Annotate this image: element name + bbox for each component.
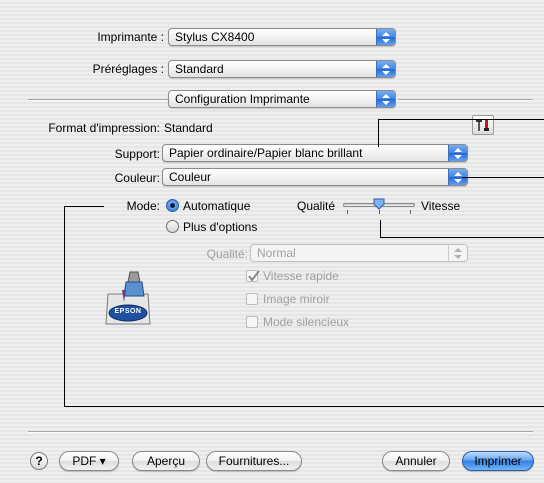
- printer-value: Stylus CX8400: [175, 30, 255, 44]
- callout-line: [64, 206, 65, 407]
- slider-tick: [347, 210, 348, 214]
- pdf-button[interactable]: PDF ▾: [59, 451, 119, 471]
- color-value: Couleur: [169, 170, 212, 184]
- mode-more-options-radio[interactable]: [166, 220, 179, 233]
- cancel-button[interactable]: Annuler: [382, 451, 450, 471]
- callout-line: [64, 206, 104, 207]
- supplies-button[interactable]: Fournitures...: [206, 451, 302, 471]
- mode-more-options-label[interactable]: Plus d'options: [183, 220, 257, 234]
- support-popup[interactable]: Papier ordinaire/Papier blanc brillant: [162, 144, 468, 162]
- support-value: Papier ordinaire/Papier blanc brillant: [169, 146, 363, 160]
- mode-automatic-radio[interactable]: [166, 199, 179, 212]
- color-label: Couleur:: [114, 171, 160, 185]
- separator-left: [28, 99, 168, 101]
- slider-tick: [379, 210, 380, 214]
- paper-size-label: Format d'impression:: [48, 121, 160, 135]
- preview-button[interactable]: Aperçu: [132, 451, 200, 471]
- callout-line: [64, 406, 544, 407]
- paper-size-value: Standard: [164, 121, 213, 135]
- presets-value: Standard: [175, 62, 224, 76]
- popup-arrows-icon: [448, 145, 467, 161]
- callout-line: [380, 237, 544, 238]
- quality-value: Normal: [257, 246, 296, 260]
- support-label: Support:: [114, 147, 160, 161]
- quality-popup: Normal: [250, 244, 468, 262]
- mode-automatic-label[interactable]: Automatique: [183, 199, 250, 213]
- print-button[interactable]: Imprimer: [462, 451, 534, 471]
- help-button[interactable]: ?: [30, 452, 48, 470]
- color-popup[interactable]: Couleur: [162, 168, 468, 186]
- callout-line: [380, 220, 381, 238]
- ink-bottle-icon: [105, 271, 151, 325]
- printer-popup[interactable]: Stylus CX8400: [168, 28, 396, 46]
- callout-line: [462, 177, 544, 178]
- separator-right: [398, 99, 533, 101]
- silent-checkbox: [246, 316, 258, 328]
- utility-icon[interactable]: [472, 115, 494, 135]
- popup-arrows-icon: [376, 91, 395, 107]
- slider-quality-label: Qualité: [297, 199, 336, 213]
- presets-label: Préréglages :: [92, 62, 164, 76]
- quality-speed-slider[interactable]: [343, 197, 415, 215]
- printer-label: Imprimante :: [97, 30, 164, 44]
- popup-arrows-icon: [448, 245, 467, 261]
- presets-popup[interactable]: Standard: [168, 60, 396, 78]
- slider-thumb[interactable]: [373, 198, 385, 210]
- slider-speed-label: Vitesse: [421, 199, 461, 213]
- pane-popup[interactable]: Configuration Imprimante: [168, 90, 396, 108]
- callout-line: [378, 119, 379, 147]
- high-speed-checkbox: [246, 270, 260, 282]
- callout-line: [378, 119, 544, 120]
- mode-label: Mode:: [126, 199, 160, 213]
- bottom-separator: [28, 431, 533, 433]
- slider-tick: [410, 210, 411, 214]
- mirror-label: Image miroir: [263, 292, 330, 306]
- pane-value: Configuration Imprimante: [175, 92, 310, 106]
- epson-logo-text: EPSON: [114, 308, 142, 315]
- quality-label: Qualité:: [206, 247, 248, 261]
- epson-logo: EPSON: [100, 268, 156, 328]
- popup-arrows-icon: [376, 61, 395, 77]
- popup-arrows-icon: [376, 29, 395, 45]
- silent-label: Mode silencieux: [263, 315, 350, 329]
- high-speed-label: Vitesse rapide: [263, 269, 339, 283]
- mirror-checkbox: [246, 293, 258, 305]
